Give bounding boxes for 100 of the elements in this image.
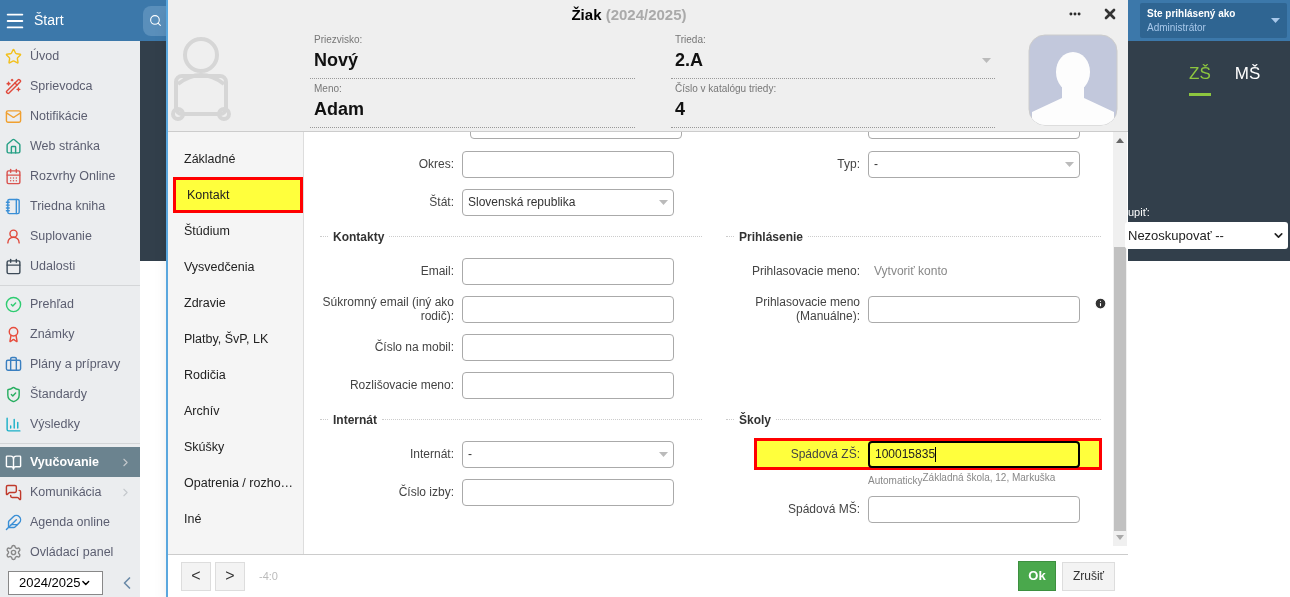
sidebar-title[interactable]: Štart (34, 10, 64, 31)
notebook-icon (5, 197, 22, 215)
dropdown-caret-icon (982, 58, 991, 63)
book-icon (5, 453, 22, 471)
nav-tab[interactable]: Štúdium (173, 213, 303, 249)
dropdown-caret-icon (659, 451, 668, 457)
search-icon (149, 14, 162, 27)
calendar-icon (5, 257, 22, 275)
nav-tab[interactable]: Platby, ŠvP, LK (173, 321, 303, 357)
sidebar-item[interactable]: Prehľad (0, 289, 140, 319)
sidebar-item[interactable]: Výsledky (0, 409, 140, 439)
school-tab[interactable]: MŠ (1234, 61, 1261, 96)
nav-tab[interactable]: Skúšky (173, 429, 303, 465)
cancel-button[interactable]: Zrušiť (1062, 561, 1115, 591)
dropdown-caret-icon (659, 199, 668, 205)
sidebar-item[interactable]: Triedna kniha (0, 191, 140, 221)
house-icon (5, 137, 22, 155)
input-field[interactable] (462, 295, 674, 323)
section-title: Internát (332, 411, 378, 429)
scroll-up-icon[interactable] (1116, 138, 1124, 143)
section-title: Školy (738, 411, 772, 429)
record-counter: -4:0 (259, 568, 278, 584)
sidebar-item[interactable]: Suplovanie (0, 221, 140, 251)
sidebar-item[interactable]: Štandardy (0, 379, 140, 409)
field-label: Rozlišovacie meno: (348, 377, 455, 394)
sidebar-item[interactable]: Web stránka (0, 131, 140, 161)
nav-tab[interactable]: Archív (173, 393, 303, 429)
nav-tab[interactable]: Kontakt (173, 177, 303, 213)
input-field[interactable] (462, 257, 674, 285)
field-label: Prihlasovacie meno: (750, 263, 861, 280)
header-field-value[interactable]: 4 (671, 96, 685, 123)
sidebar-item[interactable]: Známky (0, 319, 140, 349)
input-field[interactable] (868, 495, 1080, 523)
sidebar-item[interactable]: Sprievodca (0, 71, 140, 101)
user-panel-title: Ste prihlásený ako (1147, 6, 1236, 21)
group-select[interactable]: Nezoskupovať -- (1125, 222, 1288, 249)
input-field[interactable] (462, 371, 674, 399)
nav-tab[interactable]: Vysvedčenia (173, 249, 303, 285)
info-icon[interactable] (1094, 296, 1107, 310)
header-field-label: Trieda: (674, 33, 707, 47)
sidebar-item[interactable]: Rozvrhy Online (0, 161, 140, 191)
scroll-down-icon[interactable] (1116, 535, 1124, 540)
input-field[interactable]: 100015835 (868, 440, 1080, 468)
text-caret (935, 446, 937, 462)
field-label: Spádová MŠ: (786, 500, 861, 518)
sidebar-item[interactable]: Agenda online (0, 507, 140, 537)
year-select[interactable]: 2024/2025 (8, 571, 103, 595)
input-field[interactable] (462, 478, 674, 506)
header-field-value[interactable]: 2.A (671, 47, 703, 74)
sidebar-item[interactable]: Plány a prípravy (0, 349, 140, 379)
check-circle-icon (5, 295, 22, 313)
magic-wand-icon (5, 77, 22, 95)
nav-tab[interactable]: Opatrenia / rozho… (173, 465, 303, 501)
section-title: Kontakty (332, 228, 386, 246)
search-field[interactable] (143, 5, 166, 36)
nav-tab[interactable]: Rodičia (173, 357, 303, 393)
select-field[interactable]: - (462, 440, 674, 468)
field-label: Súkromný email (iný ako rodič): (321, 295, 455, 323)
nav-tab[interactable]: Základné (173, 141, 303, 177)
gear-icon (5, 543, 22, 561)
field-label: Prihlasovacie meno (Manuálne): (754, 295, 861, 323)
input-field[interactable] (868, 295, 1080, 323)
scrollbar[interactable] (1113, 132, 1127, 546)
dropdown-caret-icon (1065, 161, 1074, 167)
sidebar-item[interactable]: Úvod (0, 41, 140, 71)
create-account-link[interactable]: Vytvoriť konto (868, 262, 948, 280)
field-label: Číslo na mobil: (373, 338, 455, 356)
feather-icon (5, 513, 22, 531)
sidebar-item[interactable]: Komunikácia (0, 477, 140, 507)
field-label: Typ: (836, 156, 861, 173)
user-role: Administrátor (1147, 20, 1207, 35)
grid-calendar-icon (5, 167, 22, 185)
field-label: Spádová ZŠ: (789, 445, 861, 463)
select-field[interactable]: Slovenská republika (462, 188, 674, 216)
header-field-value[interactable]: Nový (310, 47, 358, 74)
sidebar-item[interactable]: Udalosti (0, 251, 140, 281)
select-field[interactable]: - (868, 150, 1080, 178)
close-icon[interactable] (1102, 6, 1118, 22)
input-field[interactable] (462, 150, 674, 178)
sidebar-item[interactable]: Notifikácie (0, 101, 140, 131)
nav-tab[interactable]: Iné (173, 501, 303, 537)
briefcase-icon (5, 355, 22, 373)
next-button[interactable]: > (215, 561, 245, 591)
user-menu[interactable]: Ste prihlásený ako Administrátor (1140, 3, 1287, 38)
input-field[interactable] (462, 333, 674, 361)
dialog-title: Žiak (2024/2025) (571, 4, 687, 25)
field-label: Okres: (417, 156, 455, 173)
sidebar-item[interactable]: Vyučovanie (0, 447, 140, 477)
person-icon (5, 227, 22, 245)
chat-icon (5, 483, 22, 501)
school-tab[interactable]: ZŠ (1189, 61, 1211, 96)
nav-tab[interactable]: Zdravie (173, 285, 303, 321)
header-field-label: Priezvisko: (313, 33, 364, 47)
star-icon (5, 47, 22, 65)
header-field-label: Číslo v katalógu triedy: (674, 81, 778, 96)
header-field-value[interactable]: Adam (310, 96, 364, 123)
sidebar-item[interactable]: Ovládací panel (0, 537, 140, 567)
hint-label: Automaticky (868, 475, 923, 488)
previous-button[interactable]: < (181, 561, 211, 591)
field-label: Štát: (428, 193, 455, 211)
